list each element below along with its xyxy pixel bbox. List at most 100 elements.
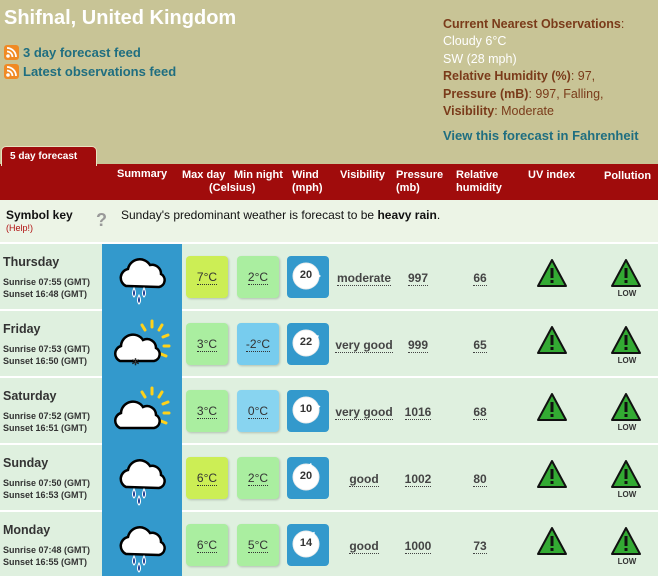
min-night-value: 0°C [247, 403, 269, 419]
weather-symbol[interactable] [102, 244, 182, 311]
forecast-feed-link-row[interactable]: 3 day forecast feed [4, 43, 141, 61]
col-pollution: Pollution [604, 170, 652, 182]
pressure-label: Pressure (mB) [443, 86, 529, 101]
visibility-value: very good [335, 405, 393, 420]
uv-warning-icon[interactable] [536, 325, 568, 360]
symbol-key-label[interactable]: Symbol key [6, 208, 73, 222]
observation-weather: Cloudy 6°C [443, 34, 507, 49]
visibility-cell[interactable]: very good [334, 405, 394, 420]
pressure-value: 997 [407, 271, 429, 286]
day-name: Monday [3, 523, 51, 537]
col-visibility: Visibility [340, 169, 386, 181]
observations-title: Current Nearest Observations [443, 17, 621, 31]
observations-feed-link-row[interactable]: Latest observations feed [4, 62, 176, 80]
pressure-cell[interactable]: 1002 [400, 472, 436, 487]
pressure-cell[interactable]: 1016 [400, 405, 436, 420]
col-mph-label: (mph) [292, 182, 323, 194]
visibility-cell[interactable]: very good [334, 338, 394, 353]
sunrise-time: Sunrise 07:50 (GMT) [3, 478, 91, 488]
max-day-temp[interactable]: 3°C [186, 323, 228, 365]
tab-5-day-forecast[interactable]: 5 day forecast [1, 146, 97, 166]
latest-observations-feed-link[interactable]: Latest observations feed [23, 64, 176, 79]
humidity-cell[interactable]: 80 [466, 472, 494, 487]
forecast-row-monday: Monday Sunrise 07:48 (GMT) Sunset 16:55 … [0, 512, 658, 576]
pressure-value: 1002 [404, 472, 432, 487]
weather-symbol[interactable] [102, 378, 182, 445]
pollution-warning-icon[interactable] [610, 325, 642, 360]
location-title: Shifnal, United Kingdom [4, 7, 237, 29]
max-day-temp[interactable]: 6°C [186, 457, 228, 499]
uv-warning-icon[interactable] [536, 526, 568, 561]
wind-badge[interactable]: 20 [287, 457, 329, 499]
pollution-warning-icon[interactable] [610, 526, 642, 561]
wind-speed: 20 [299, 470, 313, 482]
max-day-temp[interactable]: 6°C [186, 524, 228, 566]
pressure-cell[interactable]: 1000 [400, 539, 436, 554]
sunset-time: Sunset 16:53 (GMT) [3, 490, 88, 500]
min-night-value: -2°C [245, 336, 271, 352]
pressure-cell[interactable]: 999 [400, 338, 436, 353]
humidity-cell[interactable]: 68 [466, 405, 494, 420]
humidity-cell[interactable]: 65 [466, 338, 494, 353]
max-day-temp[interactable]: 7°C [186, 256, 228, 298]
col-uv: UV index [528, 169, 576, 181]
col-pressure: Pressure (mb) [396, 169, 443, 195]
visibility-cell[interactable]: good [334, 472, 394, 487]
max-day-temp[interactable]: 3°C [186, 390, 228, 432]
col-humidity-label: humidity [456, 182, 502, 194]
wind-badge[interactable]: 20 [287, 256, 329, 298]
forecast-row-saturday: Saturday Sunrise 07:52 (GMT) Sunset 16:5… [0, 378, 658, 445]
min-night-temp[interactable]: -2°C [237, 323, 279, 365]
max-day-value: 6°C [196, 537, 218, 553]
fahrenheit-link[interactable]: View this forecast in Fahrenheit [443, 128, 639, 143]
day-name: Sunday [3, 456, 49, 470]
sunrise-time: Sunrise 07:53 (GMT) [3, 344, 91, 354]
day-name: Friday [3, 322, 41, 336]
weather-symbol[interactable] [102, 445, 182, 512]
wind-badge[interactable]: 14 [287, 524, 329, 566]
humidity-cell[interactable]: 73 [466, 539, 494, 554]
visibility-value: moderate [336, 271, 392, 286]
sentence-suffix: . [436, 208, 441, 222]
rss-icon[interactable] [4, 44, 19, 60]
pressure-value: 1000 [404, 539, 432, 554]
pressure-value: 999 [407, 338, 429, 353]
humidity-cell[interactable]: 66 [466, 271, 494, 286]
max-day-value: 3°C [196, 403, 218, 419]
pollution-warning-icon[interactable] [610, 258, 642, 293]
pressure-cell[interactable]: 997 [400, 271, 436, 286]
forecast-row-sunday: Sunday Sunrise 07:50 (GMT) Sunset 16:53 … [0, 445, 658, 512]
visibility-cell[interactable]: good [334, 539, 394, 554]
sunrise-time: Sunrise 07:48 (GMT) [3, 545, 91, 555]
min-night-temp[interactable]: 2°C [237, 457, 279, 499]
visibility-cell[interactable]: moderate [334, 271, 394, 286]
min-night-temp[interactable]: 0°C [237, 390, 279, 432]
rss-icon[interactable] [4, 63, 19, 79]
uv-warning-icon[interactable] [536, 392, 568, 427]
sentence-weather: heavy rain [377, 208, 437, 222]
wind-speed: 14 [299, 537, 313, 549]
weather-symbol[interactable] [102, 512, 182, 576]
pressure-value: 1016 [404, 405, 432, 420]
min-night-temp[interactable]: 5°C [237, 524, 279, 566]
visibility-value: good [349, 472, 379, 487]
pollution-warning-icon[interactable] [610, 459, 642, 494]
weather-symbol[interactable]: * [102, 311, 182, 378]
help-question-icon[interactable]: ? [96, 210, 107, 231]
humidity-value: 80 [473, 472, 487, 487]
col-min-night: Min night [234, 169, 283, 181]
forecast-row-friday: Friday Sunrise 07:53 (GMT) Sunset 16:50 … [0, 311, 658, 378]
humidity-value: 68 [473, 405, 487, 420]
help-link[interactable]: (Help!) [6, 223, 33, 233]
uv-warning-icon[interactable] [536, 258, 568, 293]
min-night-temp[interactable]: 2°C [237, 256, 279, 298]
uv-warning-icon[interactable] [536, 459, 568, 494]
wind-speed: 20 [299, 269, 313, 281]
wind-badge[interactable]: 22 [287, 323, 329, 365]
wind-badge[interactable]: 10 [287, 390, 329, 432]
sunset-time: Sunset 16:55 (GMT) [3, 557, 88, 567]
three-day-feed-link[interactable]: 3 day forecast feed [23, 45, 141, 60]
current-observations: Current Nearest Observations: Cloudy 6°C… [443, 16, 655, 120]
col-celsius-label: (Celsius) [209, 182, 256, 194]
pollution-warning-icon[interactable] [610, 392, 642, 427]
